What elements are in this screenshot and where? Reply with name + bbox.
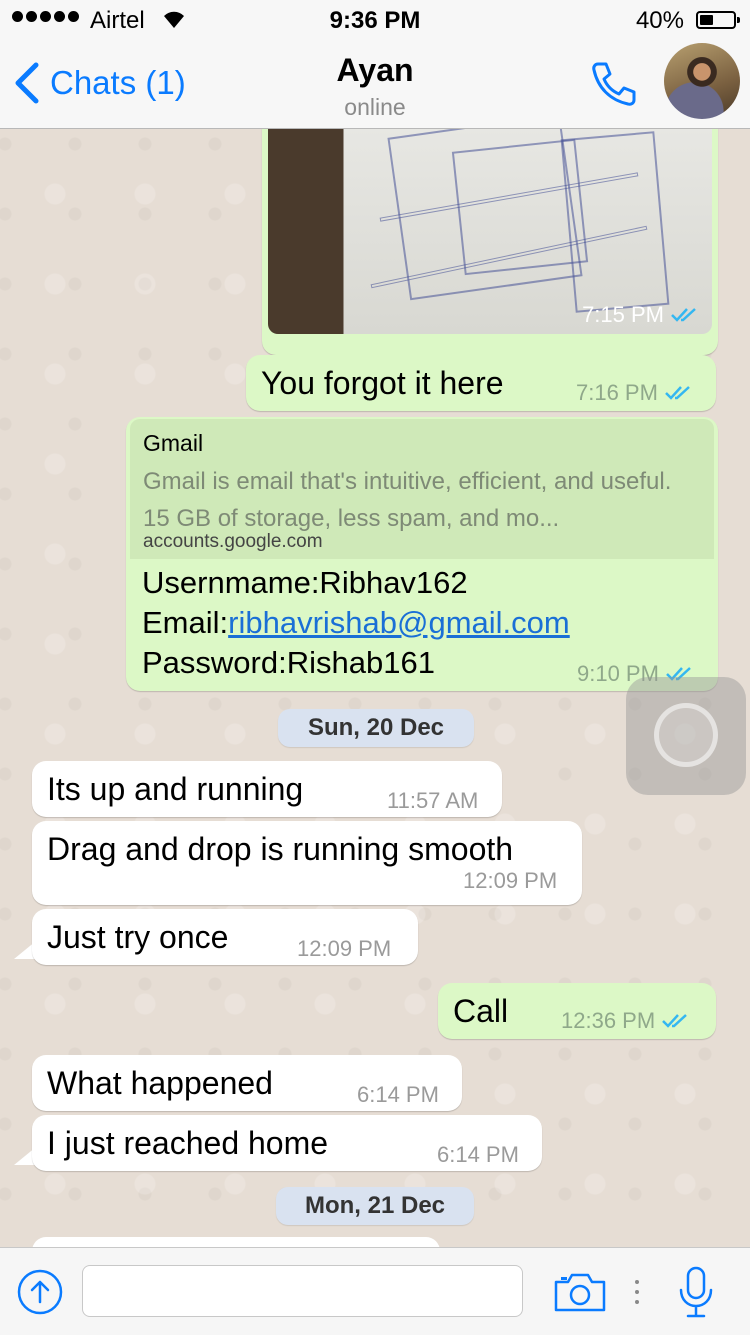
message-bubble-incoming[interactable]: What happened 6:14 PM (32, 1055, 462, 1111)
battery-percent: 40% (635, 7, 684, 34)
message-text: What happened (47, 1065, 273, 1101)
input-bar (0, 1247, 750, 1335)
attach-upload-icon (17, 1269, 63, 1315)
message-text: I just reached home (47, 1125, 329, 1161)
assistive-touch-button[interactable] (626, 677, 746, 795)
email-link[interactable]: ribhavrishab@gmail.com (228, 605, 570, 640)
separator-dots (635, 1280, 639, 1304)
microphone-button[interactable] (676, 1264, 716, 1320)
chat-header: Chats (1) Ayan online (0, 40, 750, 129)
link-preview-title: Gmail (143, 430, 204, 456)
message-text: Drag and drop is running smooth (47, 831, 514, 867)
avatar[interactable] (664, 43, 740, 119)
photo-message[interactable]: 7:15 PM (262, 129, 718, 355)
read-ticks-icon (671, 308, 696, 322)
message-bubble-incoming[interactable] (32, 1237, 440, 1247)
message-text: You forgot it here (261, 365, 504, 401)
photo-meta: 7:15 PM (582, 302, 700, 328)
camera-icon (554, 1273, 606, 1312)
attach-button[interactable] (16, 1268, 64, 1316)
message-time: 12:36 PM (561, 1008, 656, 1033)
status-bar: Airtel 9:36 PM 40% (0, 0, 750, 40)
message-time: 12:09 PM (297, 936, 392, 961)
phone-icon (592, 62, 636, 106)
message-bubble-outgoing[interactable]: You forgot it here 7:16 PM (246, 355, 716, 411)
email-line: Email:ribhavrishab@gmail.com (142, 605, 570, 641)
message-time: 6:14 PM (437, 1142, 519, 1167)
message-time: 11:57 AM (387, 788, 479, 813)
message-bubble-incoming[interactable]: Just try once 12:09 PM (32, 909, 418, 965)
message-text: Call (453, 993, 509, 1029)
message-time: 6:14 PM (357, 1082, 439, 1107)
message-bubble-incoming[interactable]: Its up and running 11:57 AM (32, 761, 502, 817)
message-bubble-incoming[interactable]: Drag and drop is running smooth 12:09 PM (32, 821, 582, 905)
message-meta: 12:36 PM (561, 1008, 691, 1034)
email-label: Email: (142, 605, 229, 640)
camera-button[interactable] (552, 1268, 608, 1316)
battery-icon (696, 11, 740, 29)
username-line: Usernmame:Ribhav162 (142, 565, 468, 600)
password-line: Password:Rishab161 (142, 645, 435, 680)
date-separator: Mon, 21 Dec (276, 1187, 474, 1225)
link-preview-card[interactable]: Gmail Gmail is email that's intuitive, e… (130, 419, 714, 559)
read-ticks-icon (665, 386, 690, 400)
message-meta: 7:16 PM (576, 380, 694, 406)
message-time: 7:15 PM (582, 302, 664, 327)
chat-area[interactable]: 7:15 PM You forgot it here 7:16 PM Gmail… (0, 129, 750, 1247)
link-preview-url: accounts.google.com (143, 531, 323, 552)
call-button[interactable] (588, 58, 640, 110)
message-time: 12:09 PM (463, 868, 558, 893)
date-separator: Sun, 20 Dec (278, 709, 474, 747)
message-text: Just try once (47, 919, 229, 955)
message-bubble-outgoing[interactable]: Call 12:36 PM (438, 983, 716, 1039)
message-text: Its up and running (47, 771, 304, 807)
link-preview-description: Gmail is email that's intuitive, efficie… (143, 468, 672, 532)
photo-thumbnail[interactable]: 7:15 PM (268, 129, 712, 334)
message-bubble-incoming[interactable]: I just reached home 6:14 PM (32, 1115, 542, 1171)
microphone-icon (679, 1266, 713, 1318)
message-time: 7:16 PM (576, 380, 658, 405)
read-ticks-icon (662, 1014, 688, 1028)
message-input[interactable] (82, 1265, 523, 1317)
